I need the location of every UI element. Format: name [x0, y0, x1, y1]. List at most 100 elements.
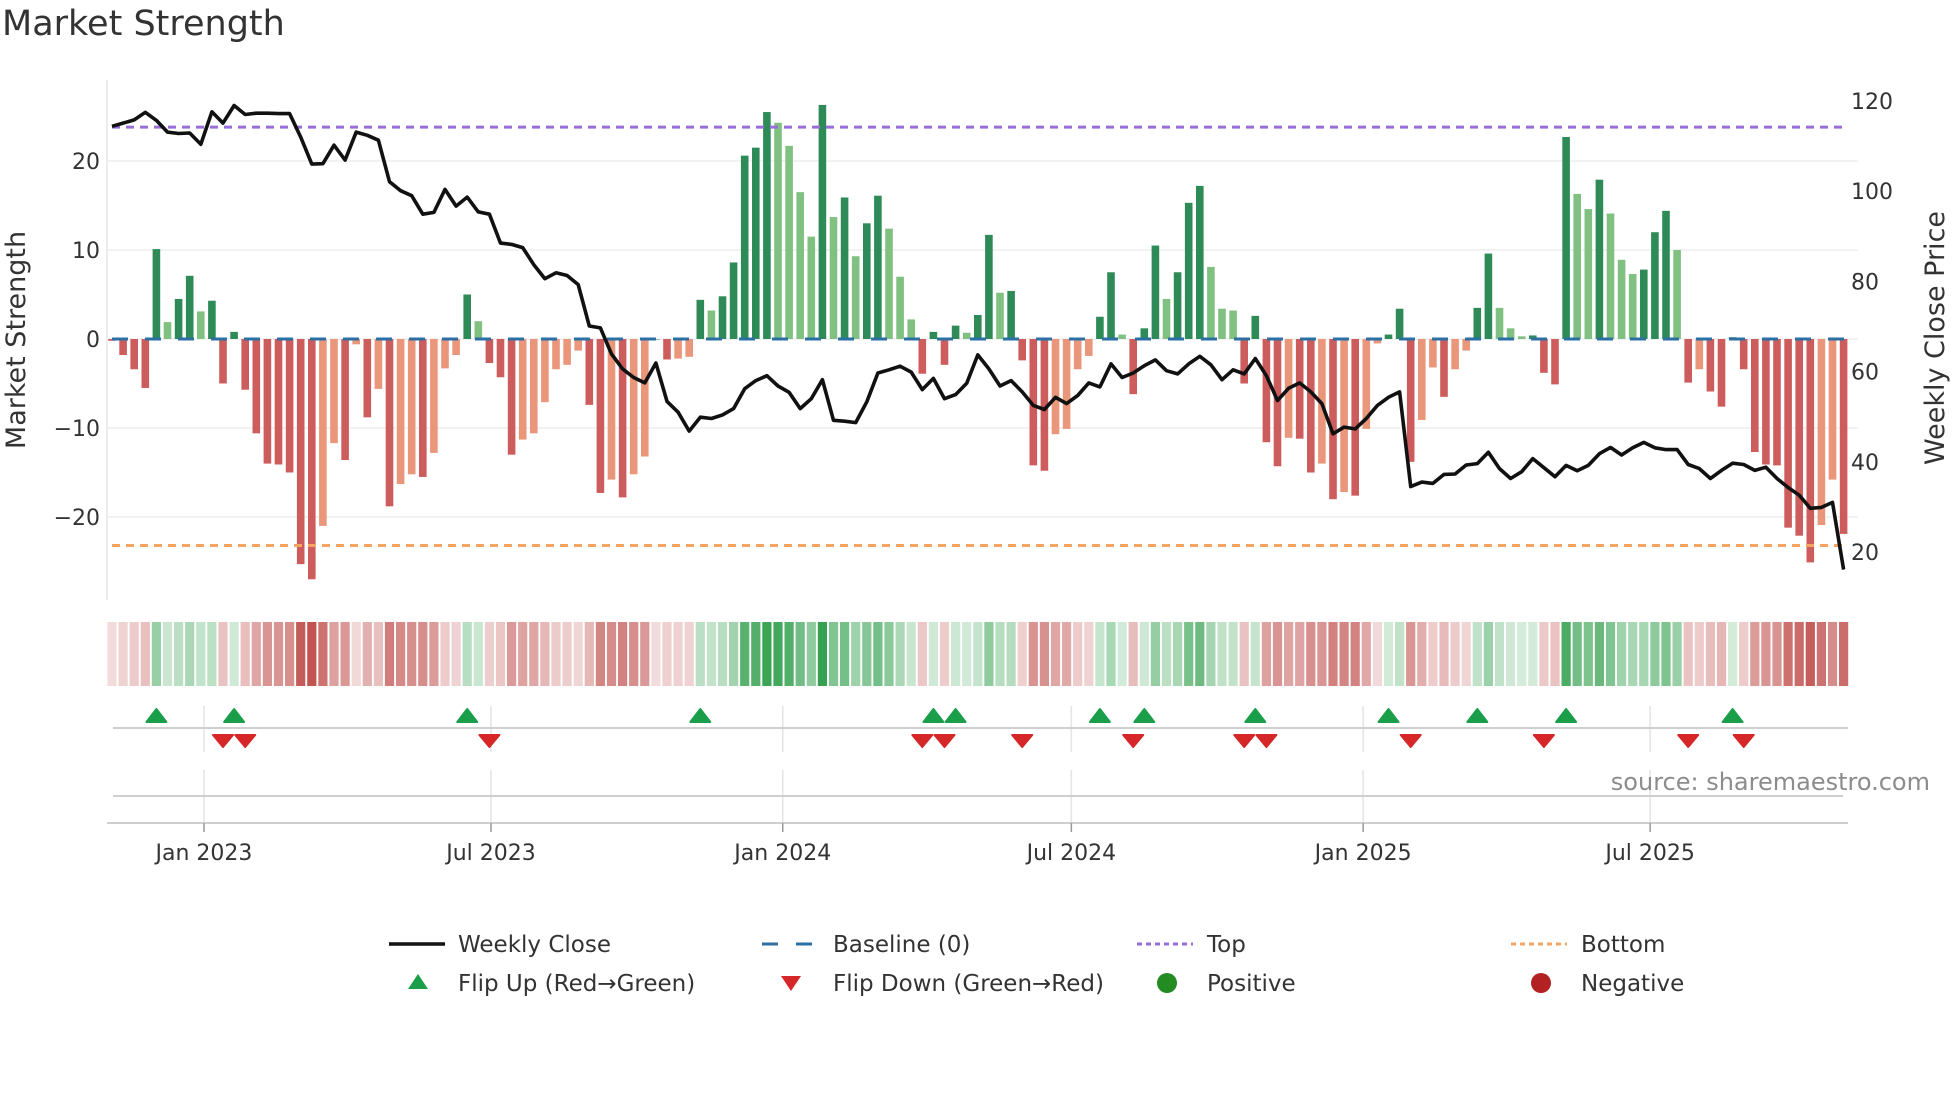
- strength-bar: [1595, 179, 1604, 339]
- heatmap-cell: [1583, 622, 1593, 686]
- strength-bar: [696, 299, 705, 339]
- strength-bar: [1384, 334, 1393, 339]
- heatmap-cell: [806, 622, 816, 686]
- heatmap-cell: [1639, 622, 1649, 686]
- strength-bar: [1196, 185, 1204, 339]
- left-tick-label: 10: [72, 239, 100, 264]
- heatmap-cell: [1816, 622, 1826, 686]
- heatmap-cell: [1206, 622, 1216, 686]
- heatmap-cell: [1406, 622, 1416, 686]
- heatmap-cell: [717, 622, 728, 686]
- heatmap-cell: [1705, 622, 1715, 686]
- strength-bar: [1251, 315, 1260, 339]
- heatmap-cell: [1517, 622, 1527, 686]
- strength-bar: [1307, 339, 1315, 473]
- strength-bar: [985, 234, 993, 339]
- heatmap-cell: [1161, 622, 1172, 686]
- heatmap-cell: [862, 622, 872, 686]
- legend-negative-label: Negative: [1581, 971, 1684, 997]
- heatmap-cell: [973, 622, 983, 686]
- right-tick-label: 80: [1851, 270, 1879, 295]
- heatmap-cell: [1506, 622, 1516, 686]
- strength-bar: [1640, 269, 1648, 339]
- heatmap-cell: [1195, 622, 1205, 686]
- heatmap-cell: [1317, 622, 1327, 686]
- strength-bar: [1007, 290, 1015, 339]
- strength-bar: [885, 228, 893, 339]
- strength-bar: [563, 339, 571, 365]
- heatmap-cell: [917, 622, 927, 686]
- flip-up-marker: [922, 708, 945, 723]
- heatmap-cell: [484, 622, 494, 686]
- strength-bar: [330, 339, 338, 444]
- heatmap-cell: [451, 622, 461, 686]
- strength-bar: [1673, 250, 1681, 339]
- strength-bar: [929, 331, 938, 339]
- strength-bar: [374, 339, 383, 389]
- flip-down-marker: [478, 734, 501, 748]
- flip-up-marker: [1088, 708, 1111, 723]
- heatmap-cell: [1750, 622, 1760, 686]
- strength-bar: [962, 332, 971, 339]
- heatmap-cell: [706, 622, 716, 686]
- strength-bar: [219, 339, 227, 384]
- heatmap-cell: [196, 622, 206, 686]
- strength-bar: [1351, 339, 1359, 496]
- heatmap-cell: [1839, 622, 1849, 686]
- strength-bar: [785, 145, 793, 339]
- heatmap-cell: [1006, 622, 1016, 686]
- heatmap-cell: [107, 622, 117, 686]
- heatmap-cell: [1383, 622, 1394, 686]
- legend-flip-down-triangle-icon: [781, 976, 801, 991]
- heatmap-cell: [1761, 622, 1771, 686]
- strength-bar: [1651, 232, 1659, 339]
- heatmap-cell: [1350, 622, 1360, 686]
- heatmap-cell: [1217, 622, 1227, 686]
- strength-bar: [396, 339, 405, 485]
- flip-down-marker: [234, 734, 257, 748]
- strength-bar: [918, 339, 927, 374]
- strength-bar: [1051, 339, 1060, 435]
- flip-up-marker: [1133, 708, 1156, 723]
- strength-bar: [141, 339, 150, 388]
- heatmap-cell: [418, 622, 428, 686]
- strength-bar: [452, 339, 460, 356]
- strength-bar: [174, 298, 183, 339]
- strength-bar: [1162, 298, 1171, 339]
- heatmap-cell: [984, 622, 994, 686]
- heatmap-cell: [473, 622, 483, 686]
- strength-bar: [685, 339, 693, 357]
- strength-bar: [1140, 328, 1149, 339]
- strength-bar: [130, 339, 138, 370]
- heatmap-cell: [695, 622, 705, 686]
- strength-bar: [1096, 316, 1104, 339]
- heatmap-cell: [1028, 622, 1038, 686]
- flip-up-marker: [223, 708, 246, 723]
- flip-down-marker: [1532, 734, 1555, 748]
- heatmap-cell: [207, 622, 217, 686]
- heatmap-cell: [273, 622, 284, 686]
- strength-bar: [1429, 339, 1437, 368]
- strength-bar: [296, 339, 305, 565]
- heatmap-cell: [495, 622, 506, 686]
- market-strength-chart: 20100−10−2012010080604020Market Strength…: [1, 80, 1951, 997]
- strength-bar: [1706, 339, 1715, 392]
- strength-bar: [1151, 245, 1160, 339]
- strength-bar: [1839, 339, 1848, 534]
- heatmap-cell: [662, 622, 672, 686]
- left-tick-label: −20: [54, 506, 100, 531]
- flip-down-marker: [1677, 734, 1700, 748]
- strength-bar: [1684, 339, 1692, 383]
- strength-bar: [874, 195, 882, 339]
- heatmap-cell: [651, 622, 661, 686]
- strength-bar: [1218, 308, 1226, 339]
- heatmap-cell: [1716, 622, 1727, 686]
- heatmap-cell: [629, 622, 639, 686]
- x-tick-label: Jul 2025: [1603, 841, 1695, 866]
- strength-bar: [907, 319, 915, 339]
- heatmap-cell: [384, 622, 395, 686]
- strength-bar: [274, 339, 283, 465]
- strength-bar: [308, 339, 316, 580]
- legend-weekly-close-label: Weekly Close: [458, 932, 611, 958]
- strength-bar: [740, 155, 749, 339]
